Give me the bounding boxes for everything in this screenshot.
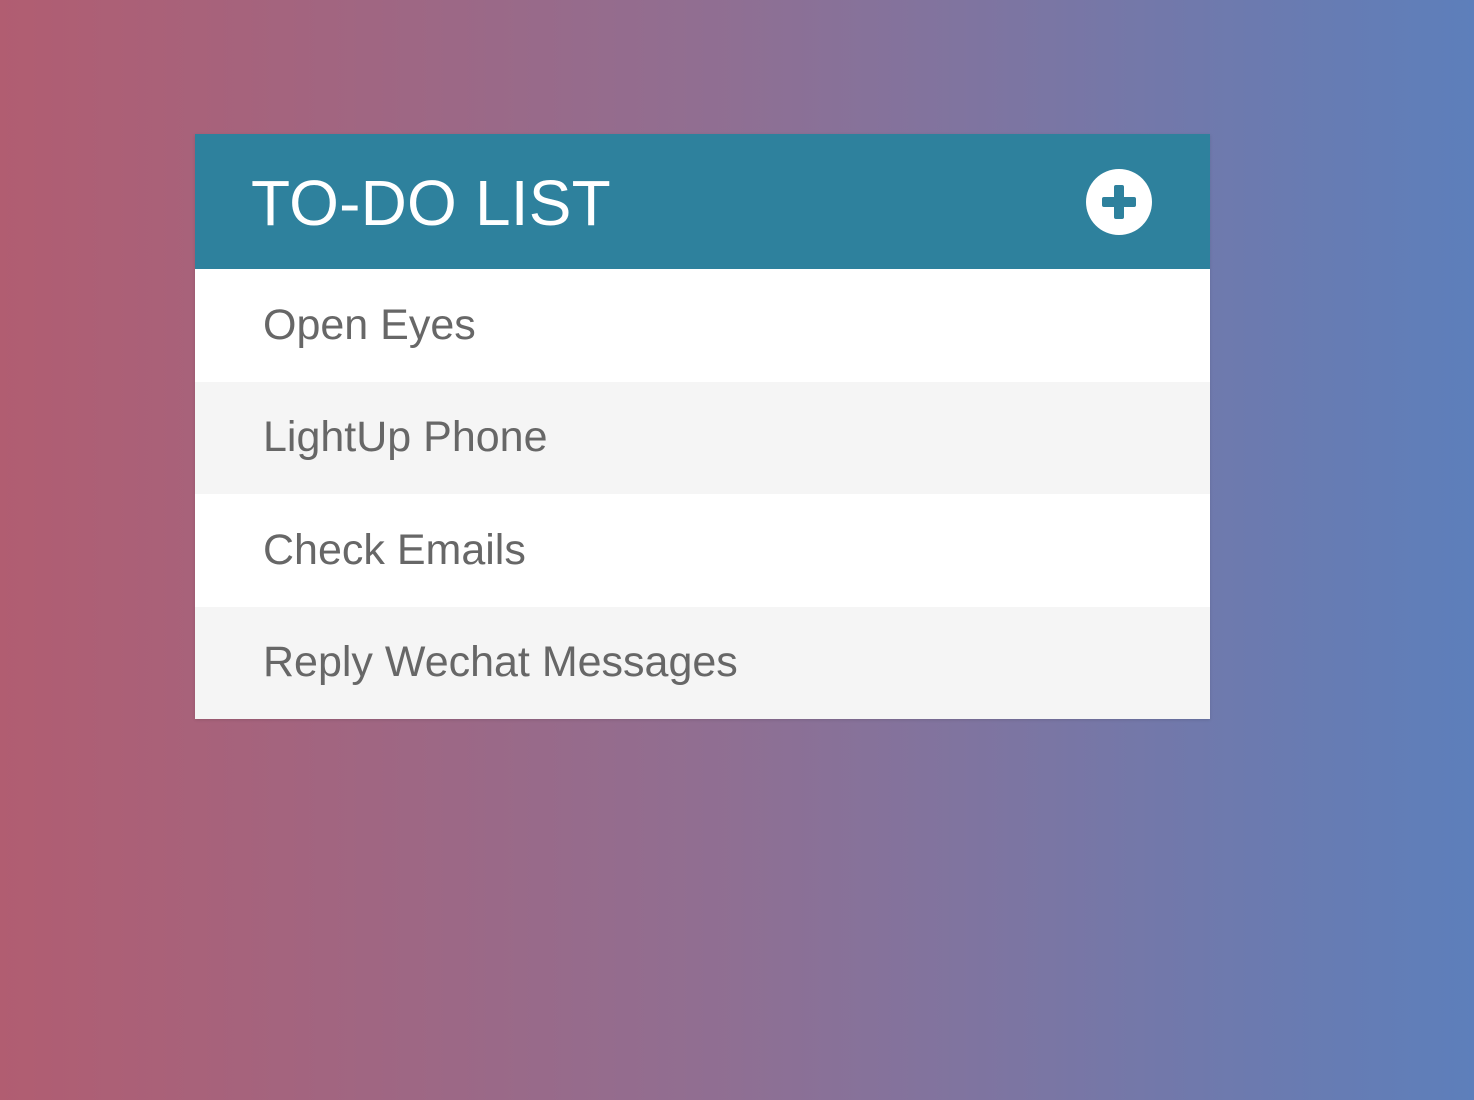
todo-item[interactable]: Open Eyes (195, 269, 1210, 382)
todo-item[interactable]: LightUp Phone (195, 381, 1210, 494)
todo-header: TO-DO LIST (195, 134, 1210, 269)
todo-card: TO-DO LIST Open Eyes LightUp Phone Check… (195, 134, 1210, 719)
todo-list: Open Eyes LightUp Phone Check Emails Rep… (195, 269, 1210, 719)
todo-item-label: Open Eyes (263, 300, 476, 349)
plus-icon (1114, 184, 1124, 219)
todo-item-label: Check Emails (263, 525, 526, 574)
todo-item-label: LightUp Phone (263, 413, 548, 462)
todo-title: TO-DO LIST (251, 166, 611, 239)
todo-item[interactable]: Reply Wechat Messages (195, 606, 1210, 719)
add-todo-button[interactable] (1086, 168, 1152, 235)
todo-item[interactable]: Check Emails (195, 494, 1210, 607)
todo-item-label: Reply Wechat Messages (263, 638, 738, 687)
